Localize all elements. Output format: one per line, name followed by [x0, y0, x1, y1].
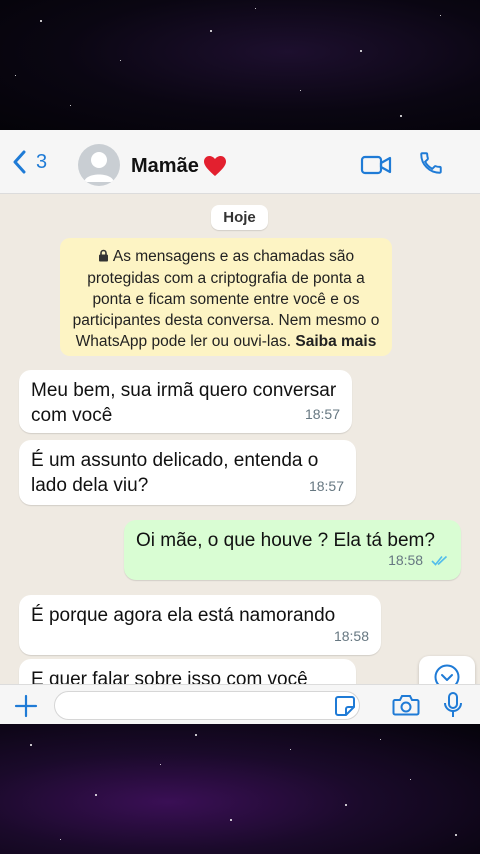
message-bubble-incoming[interactable]: É um assunto delicado, entenda o lado de… [19, 440, 356, 505]
microphone-icon[interactable] [443, 691, 463, 724]
message-time: 18:57 [308, 478, 344, 494]
message-bubble-outgoing[interactable]: Oi mãe, o que houve ? Ela tá bem? 18:58 [124, 520, 461, 580]
date-label: Hoje [211, 205, 268, 230]
message-list[interactable]: Hoje As mensagens e as chamadas são prot… [0, 194, 480, 699]
message-text: Meu bem, sua irmã quero conversar com vo… [31, 380, 337, 426]
background-bottom [0, 724, 480, 854]
message-time: 18:58 [388, 552, 424, 568]
message-status: 18:58 [388, 548, 449, 574]
contact-name[interactable]: Mamãe [131, 155, 199, 178]
whatsapp-chat-screen: 3 Mamãe Hoje As mensagens e as chamadas … [0, 130, 480, 724]
plus-icon[interactable] [14, 694, 38, 723]
message-input[interactable] [54, 691, 360, 720]
encryption-notice[interactable]: As mensagens e as chamadas são protegida… [60, 238, 392, 356]
sticker-icon[interactable] [334, 695, 356, 722]
message-text: É um assunto delicado, entenda o lado de… [31, 450, 319, 496]
message-bubble-incoming[interactable]: É porque agora ela está namorando 18:58 [19, 595, 381, 655]
background-top [0, 0, 480, 130]
video-call-icon[interactable] [360, 154, 392, 181]
phone-call-icon[interactable] [418, 150, 444, 181]
unread-count: 3 [36, 150, 48, 173]
chat-header: 3 Mamãe [0, 130, 480, 194]
message-time: 18:57 [304, 406, 340, 422]
back-button[interactable]: 3 [12, 150, 47, 174]
lock-icon [98, 247, 109, 268]
learn-more-link[interactable]: Saiba mais [295, 333, 376, 350]
camera-icon[interactable] [392, 693, 420, 722]
message-time: 18:58 [333, 628, 369, 644]
message-bubble-incoming[interactable]: Meu bem, sua irmã quero conversar com vo… [19, 370, 352, 433]
double-check-icon [431, 549, 449, 574]
heart-icon [203, 155, 227, 182]
avatar[interactable] [78, 144, 120, 186]
chevron-left-icon [13, 150, 26, 174]
message-text: É porque agora ela está namorando [31, 605, 336, 626]
message-composer [0, 684, 480, 724]
